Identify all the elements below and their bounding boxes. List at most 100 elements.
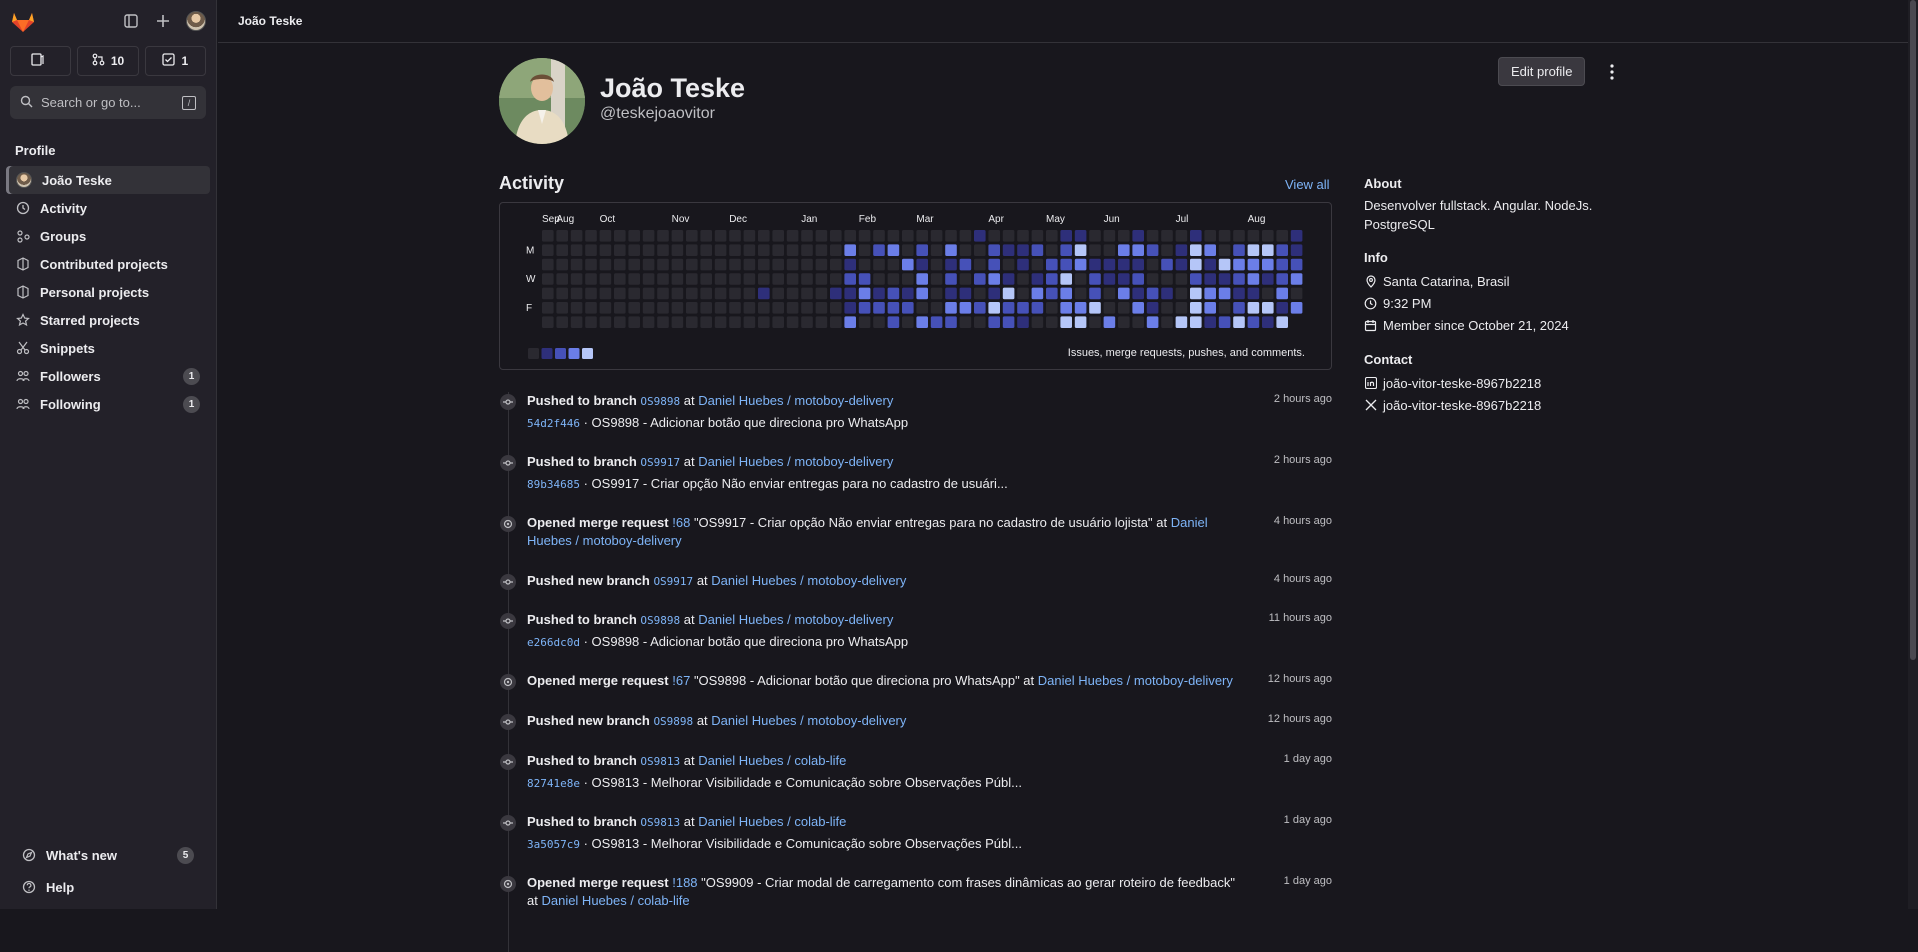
- calendar-day-cell[interactable]: [1262, 287, 1274, 300]
- calendar-day-cell[interactable]: [1247, 273, 1260, 285]
- calendar-day-cell[interactable]: [844, 258, 856, 271]
- calendar-day-cell[interactable]: [1276, 287, 1288, 300]
- calendar-day-cell[interactable]: [1233, 302, 1245, 314]
- calendar-day-cell[interactable]: [671, 287, 684, 300]
- calendar-day-cell[interactable]: [671, 273, 684, 285]
- calendar-day-cell[interactable]: [743, 302, 756, 314]
- calendar-day-cell[interactable]: [686, 287, 698, 300]
- calendar-day-cell[interactable]: [1132, 244, 1144, 256]
- calendar-day-cell[interactable]: [1175, 230, 1188, 242]
- sidebar-item-groups[interactable]: Groups: [6, 222, 210, 250]
- calendar-day-cell[interactable]: [700, 302, 712, 314]
- breadcrumb[interactable]: João Teske: [238, 14, 302, 28]
- calendar-day-cell[interactable]: [1118, 230, 1130, 242]
- sidebar-item-contributed-projects[interactable]: Contributed projects: [6, 250, 210, 278]
- calendar-day-cell[interactable]: [1132, 258, 1144, 271]
- calendar-day-cell[interactable]: [959, 273, 972, 285]
- merge-requests-counter[interactable]: 10: [77, 46, 139, 76]
- view-all-link[interactable]: View all: [1285, 177, 1330, 192]
- calendar-day-cell[interactable]: [570, 258, 583, 271]
- edit-profile-button[interactable]: Edit profile: [1498, 57, 1586, 86]
- calendar-day-cell[interactable]: [585, 230, 597, 242]
- calendar-day-cell[interactable]: [916, 244, 928, 256]
- calendar-day-cell[interactable]: [686, 230, 698, 242]
- calendar-day-cell[interactable]: [786, 273, 799, 285]
- calendar-day-cell[interactable]: [1074, 287, 1087, 300]
- calendar-day-cell[interactable]: [1031, 302, 1044, 314]
- calendar-day-cell[interactable]: [1017, 287, 1029, 300]
- calendar-day-cell[interactable]: [858, 302, 871, 314]
- calendar-day-cell[interactable]: [700, 287, 712, 300]
- calendar-day-cell[interactable]: [1290, 273, 1303, 285]
- calendar-day-cell[interactable]: [945, 316, 957, 328]
- calendar-day-cell[interactable]: [642, 244, 655, 256]
- calendar-day-cell[interactable]: [1161, 273, 1173, 285]
- calendar-day-cell[interactable]: [887, 230, 900, 242]
- merge-request-link[interactable]: !188: [672, 875, 697, 890]
- calendar-day-cell[interactable]: [1103, 302, 1116, 314]
- commit-sha-link[interactable]: e266dc0d: [527, 636, 580, 649]
- calendar-day-cell[interactable]: [1017, 316, 1029, 328]
- calendar-day-cell[interactable]: [858, 287, 871, 300]
- calendar-day-cell[interactable]: [556, 302, 568, 314]
- calendar-day-cell[interactable]: [772, 230, 784, 242]
- calendar-day-cell[interactable]: [1074, 273, 1087, 285]
- calendar-day-cell[interactable]: [1046, 302, 1058, 314]
- calendar-day-cell[interactable]: [786, 230, 799, 242]
- calendar-day-cell[interactable]: [714, 244, 727, 256]
- calendar-day-cell[interactable]: [1002, 230, 1015, 242]
- calendar-day-cell[interactable]: [815, 302, 828, 314]
- calendar-day-cell[interactable]: [1204, 244, 1216, 256]
- calendar-day-cell[interactable]: [945, 258, 957, 271]
- calendar-day-cell[interactable]: [844, 302, 856, 314]
- calendar-day-cell[interactable]: [556, 316, 568, 328]
- calendar-day-cell[interactable]: [729, 316, 741, 328]
- calendar-day-cell[interactable]: [700, 244, 712, 256]
- calendar-day-cell[interactable]: [945, 287, 957, 300]
- calendar-day-cell[interactable]: [628, 302, 640, 314]
- calendar-day-cell[interactable]: [542, 244, 554, 256]
- calendar-day-cell[interactable]: [628, 287, 640, 300]
- calendar-day-cell[interactable]: [772, 273, 784, 285]
- calendar-day-cell[interactable]: [542, 287, 554, 300]
- calendar-day-cell[interactable]: [1046, 258, 1058, 271]
- calendar-day-cell[interactable]: [873, 273, 885, 285]
- calendar-day-cell[interactable]: [642, 316, 655, 328]
- calendar-day-cell[interactable]: [729, 302, 741, 314]
- calendar-day-cell[interactable]: [1132, 230, 1144, 242]
- calendar-day-cell[interactable]: [1190, 316, 1202, 328]
- calendar-day-cell[interactable]: [1262, 230, 1274, 242]
- calendar-day-cell[interactable]: [988, 258, 1000, 271]
- project-link[interactable]: Daniel Huebes / motoboy-delivery: [711, 713, 906, 728]
- calendar-day-cell[interactable]: [1290, 244, 1303, 256]
- sidebar-toggle-icon[interactable]: [122, 12, 140, 30]
- calendar-day-cell[interactable]: [628, 230, 640, 242]
- calendar-day-cell[interactable]: [642, 287, 655, 300]
- calendar-day-cell[interactable]: [1175, 302, 1188, 314]
- calendar-day-cell[interactable]: [786, 258, 799, 271]
- calendar-day-cell[interactable]: [844, 273, 856, 285]
- sidebar-item-personal-projects[interactable]: Personal projects: [6, 278, 210, 306]
- calendar-day-cell[interactable]: [1132, 273, 1144, 285]
- calendar-day-cell[interactable]: [628, 258, 640, 271]
- calendar-day-cell[interactable]: [1161, 287, 1173, 300]
- calendar-day-cell[interactable]: [657, 244, 669, 256]
- calendar-day-cell[interactable]: [1132, 287, 1144, 300]
- calendar-day-cell[interactable]: [542, 302, 554, 314]
- calendar-day-cell[interactable]: [585, 302, 597, 314]
- calendar-day-cell[interactable]: [1204, 273, 1216, 285]
- calendar-day-cell[interactable]: [1031, 273, 1044, 285]
- calendar-day-cell[interactable]: [1146, 316, 1159, 328]
- calendar-day-cell[interactable]: [974, 244, 986, 256]
- calendar-day-cell[interactable]: [1247, 244, 1260, 256]
- calendar-day-cell[interactable]: [1146, 258, 1159, 271]
- calendar-day-cell[interactable]: [1089, 287, 1101, 300]
- calendar-day-cell[interactable]: [642, 230, 655, 242]
- gitlab-logo[interactable]: [10, 8, 36, 34]
- calendar-day-cell[interactable]: [743, 273, 756, 285]
- calendar-day-cell[interactable]: [1218, 230, 1231, 242]
- calendar-day-cell[interactable]: [830, 302, 842, 314]
- calendar-day-cell[interactable]: [1204, 302, 1216, 314]
- calendar-day-cell[interactable]: [1146, 273, 1159, 285]
- calendar-day-cell[interactable]: [758, 273, 770, 285]
